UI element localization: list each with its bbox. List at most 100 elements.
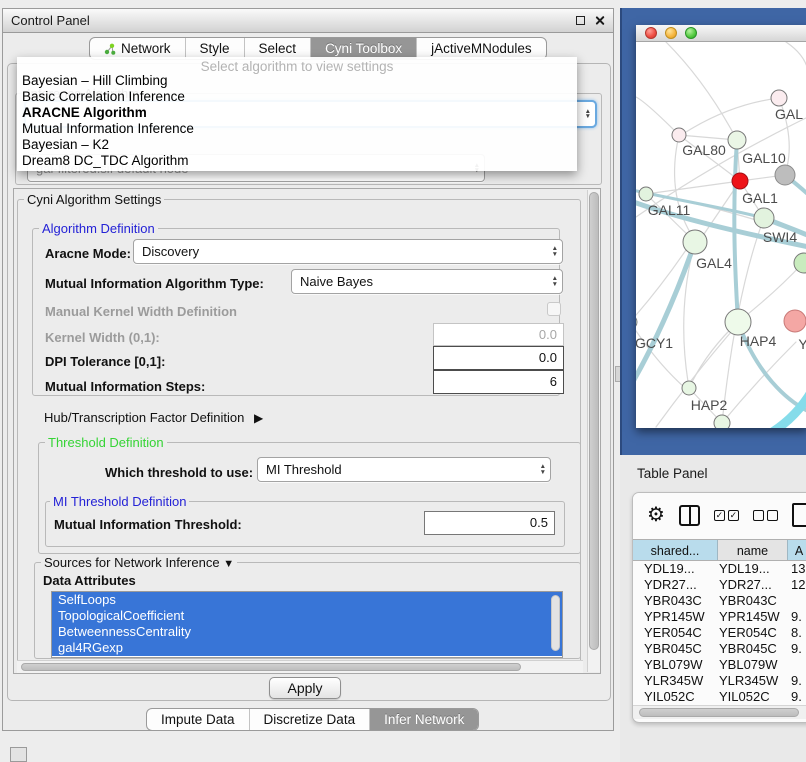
table-row[interactable]: YBL079WYBL079W <box>633 657 806 673</box>
algorithm-option[interactable]: Dream8 DC_TDC Algorithm <box>17 153 577 169</box>
manual-kernel-checkbox[interactable] <box>547 302 561 316</box>
which-threshold-combo[interactable]: MI Threshold ▲▼ <box>257 457 551 482</box>
data-attributes-label: Data Attributes <box>43 573 136 588</box>
network-node[interactable] <box>732 173 748 189</box>
network-node[interactable] <box>784 310 806 332</box>
stepper-icon: ▲▼ <box>546 246 558 257</box>
tab-label: Select <box>259 41 297 56</box>
table-row[interactable]: YER054CYER054C8. <box>633 625 806 641</box>
algorithm-option[interactable]: Basic Correlation Inference <box>17 89 577 105</box>
scrollbar-thumb[interactable] <box>551 595 560 651</box>
network-node[interactable] <box>639 187 653 201</box>
network-canvas[interactable]: GALGAL80GAL10GAL1GAL11SWI4GAL4GCY1HAP4YH… <box>636 42 806 428</box>
kernel-width-field[interactable]: 0.0 <box>433 323 564 346</box>
algorithm-option[interactable]: ARACNE Algorithm <box>17 105 577 121</box>
tab-select[interactable]: Select <box>245 38 312 59</box>
scrollbar-thumb[interactable] <box>639 708 799 717</box>
network-window-titlebar[interactable] <box>636 25 806 42</box>
tab-network[interactable]: Network <box>90 38 186 59</box>
table-row[interactable]: YBR043CYBR043C <box>633 593 806 609</box>
zoom-traffic-light-icon[interactable] <box>685 27 697 39</box>
mi-algorithm-type-combo[interactable]: Naive Bayes ▲▼ <box>291 269 563 294</box>
hub-definition-toggle[interactable]: Hub/Transcription Factor Definition ▶ <box>44 410 263 425</box>
network-node[interactable] <box>771 90 787 106</box>
settings-horizontal-scrollbar[interactable] <box>17 660 583 673</box>
attributes-list-scrollbar[interactable] <box>550 593 562 656</box>
float-window-icon[interactable] <box>576 16 585 25</box>
network-node[interactable] <box>775 165 795 185</box>
deselect-all-columns-icon[interactable] <box>753 510 778 521</box>
table-row[interactable]: YIL052CYIL052C9. <box>633 689 806 705</box>
tab-infer-network[interactable]: Infer Network <box>370 709 478 730</box>
algorithm-option[interactable]: Mutual Information Inference <box>17 121 577 137</box>
table-row[interactable]: YDR27...YDR27...12 <box>633 577 806 593</box>
sources-title-row[interactable]: Sources for Network Inference ▼ <box>41 555 237 570</box>
network-node[interactable] <box>682 381 696 395</box>
network-edge[interactable] <box>786 42 806 70</box>
node-label: GAL10 <box>742 150 786 166</box>
attribute-list-item[interactable]: gal4RGexp <box>52 640 562 656</box>
chevron-down-icon: ▼ <box>223 558 234 570</box>
column-header[interactable]: name <box>718 540 788 560</box>
network-node[interactable] <box>636 315 637 329</box>
network-edge[interactable] <box>646 181 740 194</box>
table-row[interactable]: YDL19...YDL19...13 <box>633 561 806 577</box>
column-header[interactable]: A <box>788 540 806 560</box>
close-traffic-light-icon[interactable] <box>645 27 657 39</box>
table-header-row[interactable]: shared...nameA <box>633 539 806 561</box>
control-panel-titlebar[interactable]: Control Panel <box>3 9 613 33</box>
tab-style[interactable]: Style <box>186 38 245 59</box>
tab-jactivemnodules[interactable]: jActiveMNodules <box>417 38 546 59</box>
attribute-list-item[interactable]: BetweennessCentrality <box>52 624 562 640</box>
mi-steps-field[interactable]: 6 <box>433 370 564 394</box>
dpi-tolerance-field[interactable]: 0.0 <box>433 346 564 370</box>
close-icon[interactable] <box>594 15 605 26</box>
table-horizontal-scrollbar[interactable] <box>633 705 806 719</box>
scrollbar-thumb[interactable] <box>589 192 599 650</box>
network-node[interactable] <box>728 131 746 149</box>
network-node[interactable] <box>725 309 751 335</box>
table-cell: YDL19... <box>633 561 718 577</box>
table-cell: YER054C <box>633 625 718 641</box>
network-edge[interactable] <box>636 97 679 135</box>
aracne-mode-combo[interactable]: Discovery ▲▼ <box>133 239 563 264</box>
network-edge[interactable] <box>686 98 779 132</box>
minimize-traffic-light-icon[interactable] <box>665 27 677 39</box>
network-edge[interactable] <box>666 42 737 140</box>
table-row[interactable]: YPR145WYPR145W9. <box>633 609 806 625</box>
scrollbar-thumb[interactable] <box>21 663 521 671</box>
split-columns-icon[interactable] <box>679 505 700 526</box>
network-graph[interactable]: GALGAL80GAL10GAL1GAL11SWI4GAL4GCY1HAP4YH… <box>636 42 806 428</box>
network-node[interactable] <box>714 415 730 428</box>
network-node[interactable] <box>672 128 686 142</box>
collapsed-panel-icon[interactable] <box>10 747 27 762</box>
document-icon[interactable] <box>792 503 806 527</box>
table-cell: YPR145W <box>633 609 718 625</box>
unchecked-checkbox-icon <box>753 510 764 521</box>
apply-button[interactable]: Apply <box>269 677 341 699</box>
tab-impute-data[interactable]: Impute Data <box>147 709 250 730</box>
attribute-list-item[interactable]: SelfLoops <box>52 592 562 608</box>
table-cell: YBR045C <box>718 641 788 657</box>
algorithm-option[interactable]: Bayesian – Hill Climbing <box>17 73 577 89</box>
mi-steps-label: Mutual Information Steps: <box>45 379 205 394</box>
algorithm-option[interactable]: Bayesian – K2 <box>17 137 577 153</box>
data-attributes-list[interactable]: SelfLoopsTopologicalCoefficientBetweenne… <box>51 591 563 658</box>
tab-discretize-data[interactable]: Discretize Data <box>250 709 371 730</box>
table-row[interactable]: YBR045CYBR045C9. <box>633 641 806 657</box>
select-all-columns-icon[interactable]: ✓ ✓ <box>714 510 739 521</box>
network-edge[interactable] <box>722 342 796 423</box>
column-header[interactable]: shared... <box>633 540 718 560</box>
network-node[interactable] <box>683 230 707 254</box>
network-node[interactable] <box>754 208 774 228</box>
table-row[interactable]: YLR345WYLR345W9. <box>633 673 806 689</box>
network-window[interactable]: GALGAL80GAL10GAL1GAL11SWI4GAL4GCY1HAP4YH… <box>636 25 806 428</box>
tab-label: Network <box>121 41 171 56</box>
gear-icon[interactable]: ⚙ <box>647 505 665 525</box>
settings-vertical-scrollbar[interactable] <box>587 190 600 672</box>
attribute-list-item[interactable]: TopologicalCoefficient <box>52 608 562 624</box>
mi-threshold-field[interactable]: 0.5 <box>424 511 555 535</box>
kernel-width-label: Kernel Width (0,1): <box>45 330 160 345</box>
tab-cyni-toolbox[interactable]: Cyni Toolbox <box>311 38 417 59</box>
mi-threshold-definition-group: MI Threshold Definition Mutual Informati… <box>45 501 565 547</box>
